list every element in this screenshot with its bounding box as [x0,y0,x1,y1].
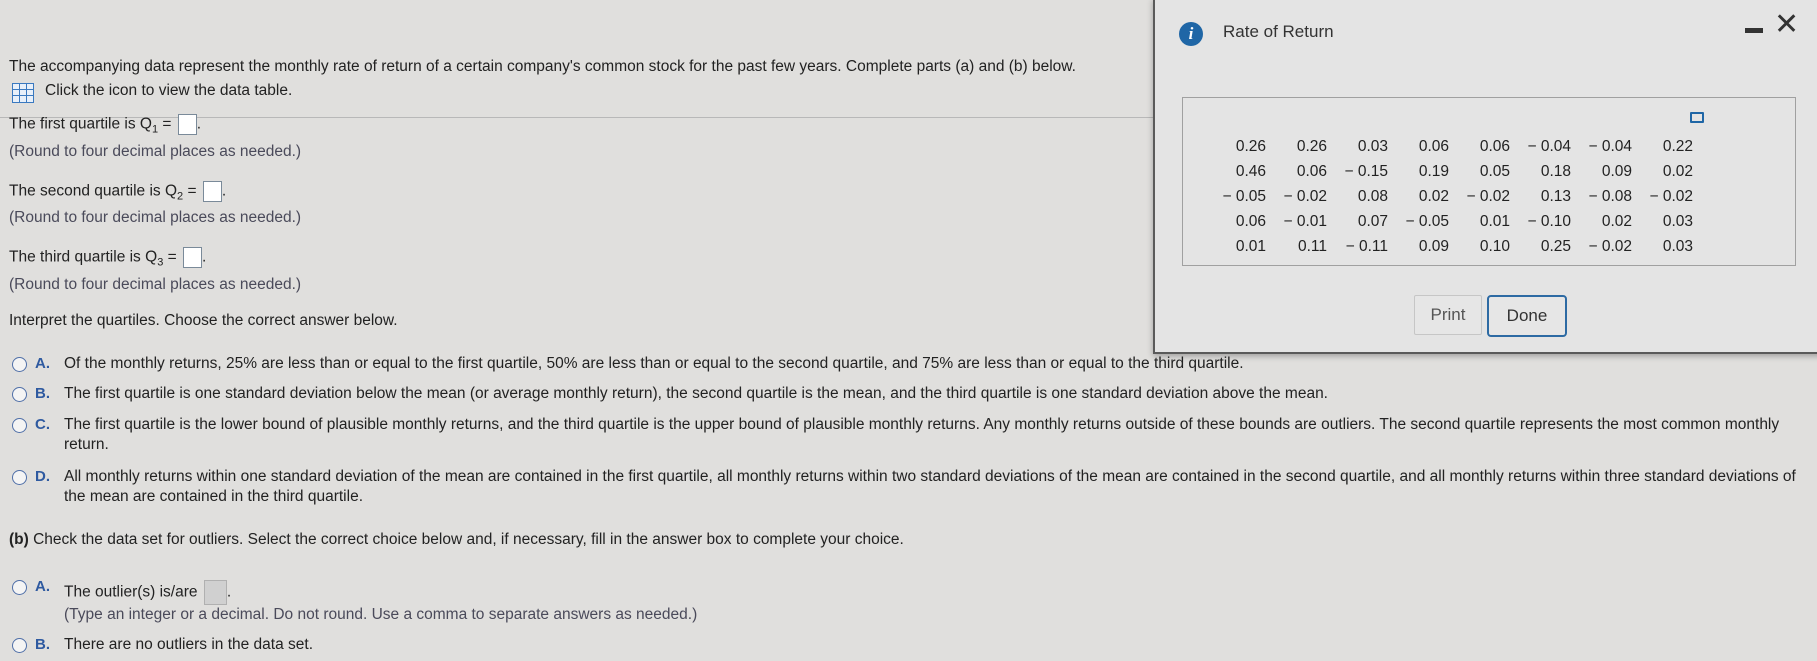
table-cell: 0.03 [1662,238,1693,255]
table-cell: − 0.04 [1588,138,1632,155]
print-button[interactable]: Print [1414,295,1482,335]
table-cell: 0.09 [1601,163,1632,180]
table-cell: 0.07 [1357,213,1388,230]
outlier-option-b-letter: B. [35,636,50,653]
table-cell: 0.19 [1418,163,1449,180]
close-button[interactable]: ✕ [1774,10,1799,40]
outlier-option-a-letter: A. [35,578,50,595]
table-cell: 0.02 [1418,188,1449,205]
table-cell: − 0.04 [1527,138,1571,155]
q2-answer-input[interactable] [202,181,222,202]
table-cell: 0.06 [1418,138,1449,155]
option-d-text[interactable]: All monthly returns within one standard … [64,467,1809,507]
table-cell: 0.06 [1235,213,1266,230]
table-cell: 0.46 [1235,163,1266,180]
table-cell: − 0.15 [1344,163,1388,180]
option-a-text[interactable]: Of the monthly returns, 25% are less tha… [64,354,1804,374]
copy-icon[interactable] [1690,112,1704,123]
table-cell: 0.02 [1601,213,1632,230]
view-data-link[interactable]: Click the icon to view the data table. [45,82,292,100]
table-cell: 0.06 [1296,163,1327,180]
q3-round-note: (Round to four decimal places as needed.… [9,276,302,293]
interpret-prompt: Interpret the quartiles. Choose the corr… [9,312,398,329]
option-c-letter: C. [35,416,50,433]
table-cell: − 0.11 [1345,238,1388,255]
option-c-text[interactable]: The first quartile is the lower bound of… [64,415,1809,455]
table-cell: − 0.05 [1222,188,1266,205]
q1-answer-input[interactable] [177,114,197,135]
option-b-letter: B. [35,385,50,402]
outlier-option-b-text[interactable]: There are no outliers in the data set. [64,635,313,655]
q1-round-note: (Round to four decimal places as needed.… [9,143,302,160]
table-cell: 0.03 [1357,138,1388,155]
q1-question: The first quartile is Q1 = . [9,114,202,136]
table-cell: 0.13 [1540,188,1571,205]
table-cell: 0.25 [1540,238,1571,255]
minimize-button[interactable] [1745,28,1763,33]
table-cell: − 0.05 [1405,213,1449,230]
table-cell: 0.01 [1479,213,1510,230]
table-cell: 0.26 [1296,138,1327,155]
q3-answer-input[interactable] [182,247,202,268]
table-cell: − 0.02 [1466,188,1510,205]
table-cell: 0.01 [1235,238,1266,255]
info-icon: i [1179,22,1203,46]
outlier-option-a: The outlier(s) is/are . [64,580,231,605]
q2-question: The second quartile is Q2 = . [9,181,227,203]
table-cell: 0.08 [1357,188,1388,205]
option-a-letter: A. [35,355,50,372]
table-cell: 0.18 [1540,163,1571,180]
table-cell: − 0.02 [1588,238,1632,255]
part-b-prompt: (b) Check the data set for outliers. Sel… [9,531,904,548]
dialog-title: Rate of Return [1223,22,1334,41]
table-cell: − 0.02 [1649,188,1693,205]
table-cell: 0.09 [1418,238,1449,255]
table-cell: − 0.10 [1527,213,1571,230]
option-d-radio[interactable] [12,470,27,485]
outlier-option-a-radio[interactable] [12,580,27,595]
rate-of-return-dialog: i Rate of Return ✕ 0.26 0.26 0.03 0.06 0.06−… [1153,0,1817,354]
done-button[interactable]: Done [1487,295,1567,337]
option-b-text[interactable]: The first quartile is one standard devia… [64,384,1804,404]
table-cell: 0.22 [1662,138,1693,155]
q3-question: The third quartile is Q3 = . [9,247,207,269]
problem-intro: The accompanying data represent the mont… [9,58,1076,75]
option-a-radio[interactable] [12,357,27,372]
data-table-icon[interactable] [12,83,34,103]
table-cell: 0.02 [1662,163,1693,180]
data-table-panel: 0.26 0.26 0.03 0.06 0.06 − 0.04 − 0.04 0.22 0.46… [1182,97,1796,266]
table-cell: 0.10 [1479,238,1510,255]
outlier-option-a-note: (Type an integer or a decimal. Do not ro… [64,606,698,623]
option-d-letter: D. [35,468,50,485]
table-cell: 0.03 [1662,213,1693,230]
table-cell: − 0.01 [1283,213,1327,230]
table-cell: 0.05 [1479,163,1510,180]
outlier-answer-input[interactable] [203,580,227,605]
option-b-radio[interactable] [12,387,27,402]
table-cell: − 0.02 [1283,188,1327,205]
outlier-option-b-radio[interactable] [12,638,27,653]
table-cell: − 0.08 [1588,188,1632,205]
q2-round-note: (Round to four decimal places as needed.… [9,209,302,226]
table-cell: 0.26 [1235,138,1266,155]
table-cell: 0.11 [1297,238,1327,255]
option-c-radio[interactable] [12,418,27,433]
table-cell: 0.06 [1479,138,1510,155]
